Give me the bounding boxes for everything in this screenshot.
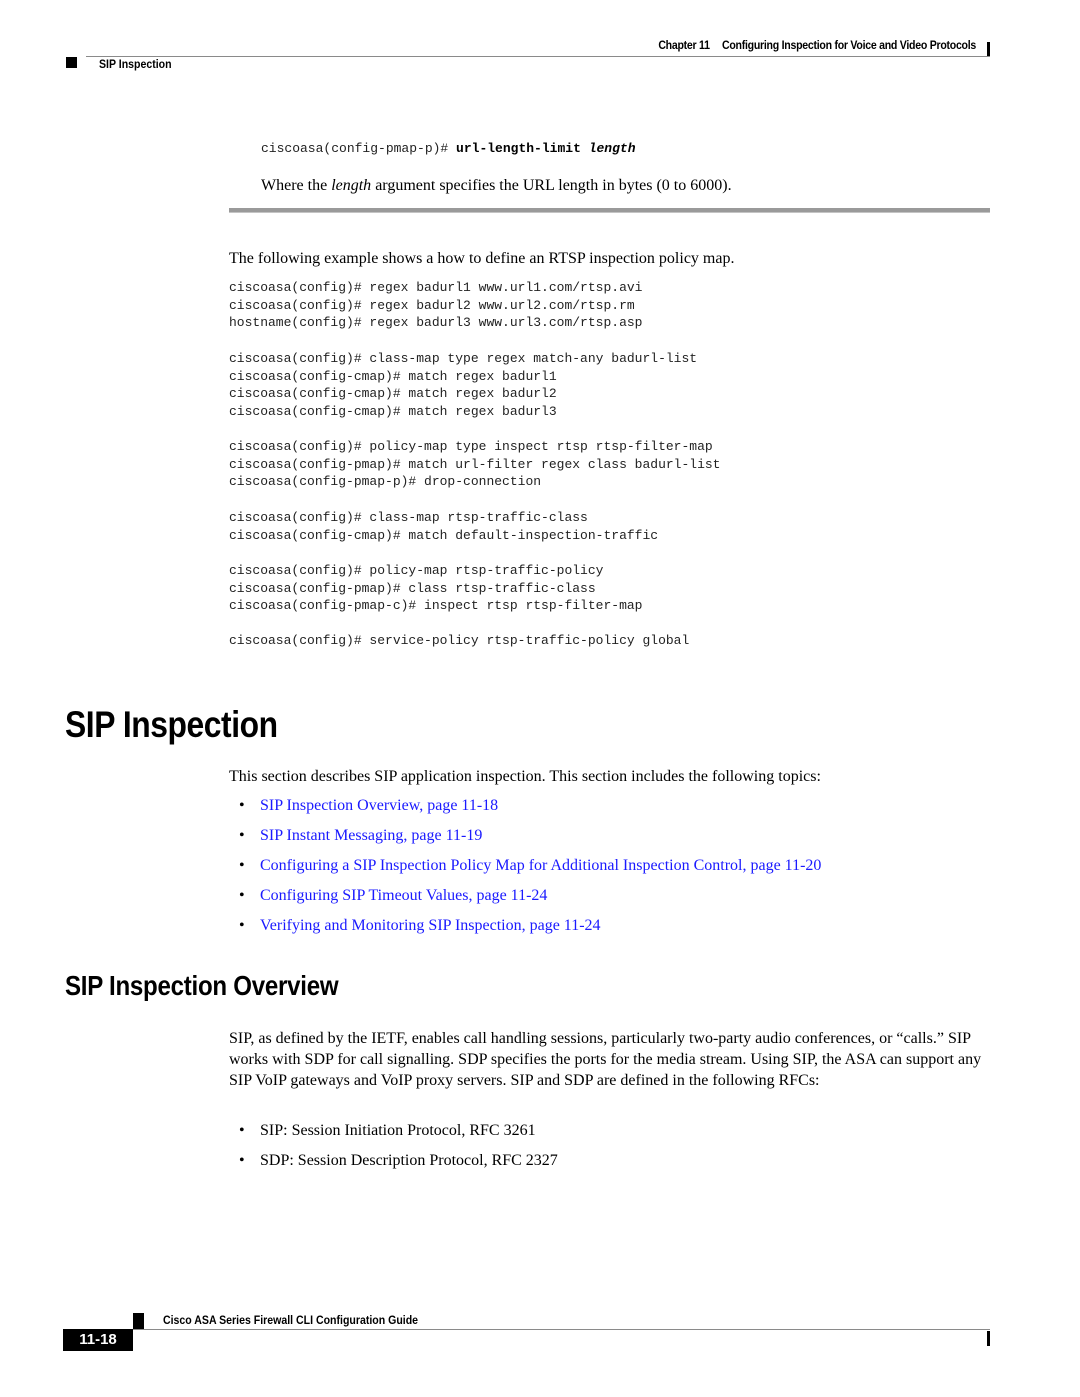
- header-square-marker: [66, 57, 77, 68]
- code-block-policy-map-inspect: ciscoasa(config)# policy-map type inspec…: [229, 438, 720, 491]
- code-line: ciscoasa(config)# regex badurl2 www.url2…: [229, 297, 635, 313]
- example-intro: The following example shows a how to def…: [229, 250, 735, 267]
- step-separator: [229, 208, 990, 213]
- bullet-icon: •: [239, 797, 245, 814]
- topic-item: • Configuring a SIP Inspection Policy Map…: [239, 856, 821, 886]
- command-line: ciscoasa(config-pmap-p)# url-length-limi…: [261, 140, 636, 158]
- code-line: ciscoasa(config-pmap)# match url-filter …: [229, 456, 721, 472]
- code-line: ciscoasa(config)# policy-map rtsp-traffi…: [229, 563, 604, 578]
- code-block-regex: ciscoasa(config)# regex badurl1 www.url1…: [229, 279, 642, 332]
- argument-name: length: [331, 177, 372, 194]
- code-line: ciscoasa(config)# class-map type regex m…: [229, 351, 698, 366]
- bullet-icon: •: [239, 827, 245, 844]
- footer-square-marker: [133, 1313, 144, 1329]
- argument-description: Where the length argument specifies the …: [261, 177, 732, 194]
- topic-item: • SIP Instant Messaging, page 11-19: [239, 826, 821, 856]
- topic-link-sip-instant-messaging[interactable]: SIP Instant Messaging, page 11-19: [260, 827, 482, 844]
- section-intro: This section describes SIP application i…: [229, 768, 821, 785]
- bullet-icon: •: [239, 1122, 245, 1139]
- footer-guide-title: Cisco ASA Series Firewall CLI Configurat…: [163, 1313, 419, 1327]
- topic-list: • SIP Inspection Overview, page 11-18 • SI…: [239, 796, 821, 946]
- rfc-label: SDP: Session Description Protocol, RFC 2…: [260, 1152, 558, 1169]
- topic-link-verifying-monitoring[interactable]: Verifying and Monitoring SIP Inspection,…: [260, 917, 601, 934]
- topic-item: • Verifying and Monitoring SIP Inspection…: [239, 916, 821, 946]
- code-block-service-policy: ciscoasa(config)# service-policy rtsp-tr…: [229, 632, 689, 650]
- code-block-class-map-regex: ciscoasa(config)# class-map type regex m…: [229, 350, 697, 421]
- topic-link-sip-inspection-overview[interactable]: SIP Inspection Overview, page 11-18: [260, 797, 498, 814]
- code-line: ciscoasa(config-cmap)# match regex badur…: [229, 368, 557, 384]
- code-line: ciscoasa(config)# regex badurl1 www.url1…: [229, 280, 643, 295]
- code-line: ciscoasa(config-pmap-c)# inspect rtsp rt…: [229, 598, 643, 614]
- topic-link-configuring-policy-map[interactable]: Configuring a SIP Inspection Policy Map …: [260, 857, 821, 874]
- subsection-heading: SIP Inspection Overview: [65, 970, 339, 1001]
- rfc-item: • SDP: Session Description Protocol, RFC …: [239, 1151, 558, 1181]
- code-line: ciscoasa(config-cmap)# match regex badur…: [229, 404, 557, 420]
- code-line: ciscoasa(config-cmap)# match regex badur…: [229, 386, 557, 402]
- bullet-icon: •: [239, 917, 245, 934]
- code-block-policy-map-traffic: ciscoasa(config)# policy-map rtsp-traffi…: [229, 562, 642, 615]
- code-block-class-map-traffic: ciscoasa(config)# class-map rtsp-traffic…: [229, 509, 658, 544]
- footer-rule: [133, 1329, 990, 1330]
- command-argument: length: [588, 141, 636, 156]
- bullet-icon: •: [239, 1152, 245, 1169]
- bullet-icon: •: [239, 857, 245, 874]
- overview-paragraph: SIP, as defined by the IETF, enables cal…: [229, 1030, 982, 1090]
- topic-item: • SIP Inspection Overview, page 11-18: [239, 796, 821, 826]
- chapter-label: Chapter 11: [658, 38, 710, 52]
- command-prompt: ciscoasa(config-pmap-p)#: [261, 141, 457, 156]
- command-keyword: url-length-limit: [456, 141, 581, 156]
- header-rule: [86, 56, 990, 57]
- bullet-icon: •: [239, 887, 245, 904]
- rfc-item: • SIP: Session Initiation Protocol, RFC 3…: [239, 1121, 558, 1151]
- code-line: ciscoasa(config-cmap)# match default-ins…: [229, 527, 659, 543]
- running-header-section: SIP Inspection: [99, 57, 172, 71]
- topic-link-configuring-timeout-values[interactable]: Configuring SIP Timeout Values, page 11-…: [260, 887, 547, 904]
- code-line: ciscoasa(config)# policy-map type inspec…: [229, 439, 713, 454]
- code-line: ciscoasa(config)# class-map rtsp-traffic…: [229, 510, 588, 525]
- page-number: 11-18: [63, 1329, 133, 1351]
- code-line: ciscoasa(config-pmap)# class rtsp-traffi…: [229, 580, 596, 596]
- code-line: ciscoasa(config-pmap-p)# drop-connection: [229, 474, 542, 490]
- footer-marker-bar: [987, 1331, 990, 1346]
- topic-item: • Configuring SIP Timeout Values, page 11…: [239, 886, 821, 916]
- rfc-label: SIP: Session Initiation Protocol, RFC 32…: [260, 1122, 536, 1139]
- running-header-chapter: Chapter 11 Configuring Inspection for Voi…: [658, 38, 976, 52]
- rfc-list: • SIP: Session Initiation Protocol, RFC 3…: [239, 1121, 558, 1181]
- code-line: hostname(config)# regex badurl3 www.url3…: [229, 315, 643, 331]
- section-heading: SIP Inspection: [65, 704, 278, 745]
- chapter-title: Configuring Inspection for Voice and Vid…: [721, 38, 976, 52]
- header-marker-bar: [987, 42, 990, 57]
- code-line: ciscoasa(config)# service-policy rtsp-tr…: [229, 633, 690, 648]
